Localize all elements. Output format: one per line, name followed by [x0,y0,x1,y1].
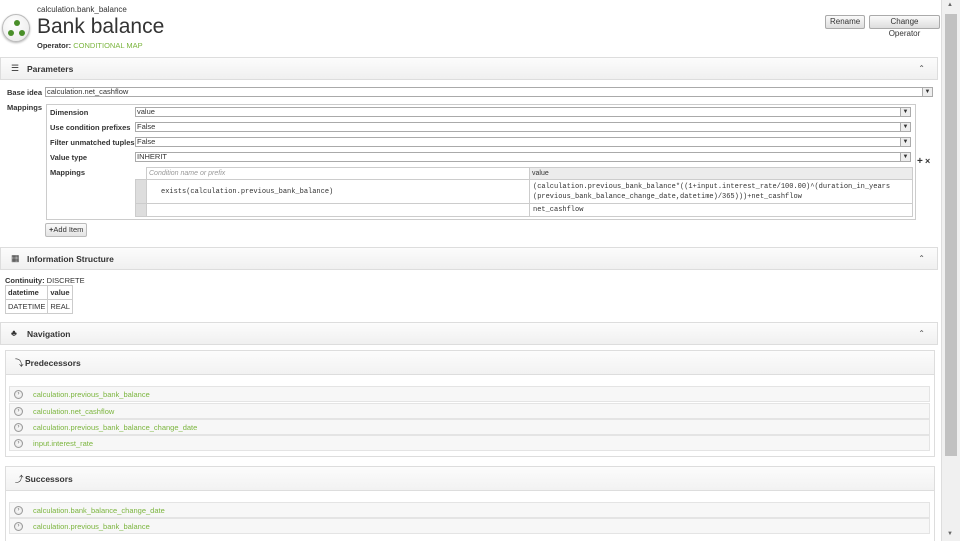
successor-link[interactable]: calculation.previous_bank_balance [33,522,150,531]
predecessor-item[interactable]: › calculation.net_cashflow [9,403,930,419]
navigate-icon: › [14,506,23,515]
value-header: value [529,167,913,180]
predecessor-link[interactable]: calculation.previous_bank_balance_change… [33,423,197,432]
predecessor-item[interactable]: › calculation.previous_bank_balance_chang… [9,419,930,435]
table-row: net_cashflow [135,203,913,217]
info-panel-header[interactable]: ▦ Information Structure ⌃ [0,247,938,270]
dimension-label: Dimension [50,108,89,117]
successor-item[interactable]: › calculation.bank_balance_change_date [9,502,930,518]
add-item-button[interactable]: +Add Item [45,223,88,237]
base-idea-value: calculation.net_cashflow [47,87,129,96]
scrollbar-thumb[interactable] [945,14,957,456]
successor-item[interactable]: › calculation.previous_bank_balance [9,518,930,534]
use-prefixes-label: Use condition prefixes [50,123,131,132]
info-header: value [47,285,73,300]
operator-line: Operator: CONDITIONAL MAP [37,41,143,50]
navigate-icon: › [14,390,23,399]
chevron-down-icon: ▼ [900,153,910,161]
page-title: Bank balance [37,15,165,38]
dimension-value: value [137,107,155,116]
list-icon: ☰ [11,63,20,73]
operator-value[interactable]: CONDITIONAL MAP [73,41,142,50]
value-line: (calculation.previous_bank_balance*((1+i… [533,182,891,191]
successors-title: Successors [25,474,73,484]
predecessor-link[interactable]: input.interest_rate [33,439,93,448]
parameters-panel-header[interactable]: ☰ Parameters ⌃ [0,57,938,80]
chevron-down-icon: ▼ [900,123,910,131]
info-table: datetime value DATETIME REAL [4,285,73,314]
mappings-label: Mappings [7,103,42,112]
continuity-line: Continuity: DISCRETE [5,276,85,285]
collapse-icon[interactable]: ⌃ [918,254,925,263]
chevron-down-icon: ▼ [900,138,910,146]
dimension-select[interactable]: value ▼ [135,107,911,117]
value-cell[interactable]: (calculation.previous_bank_balance*((1+i… [529,179,913,204]
chevron-down-icon: ▼ [922,88,932,96]
predecessor-link[interactable]: calculation.net_cashflow [33,407,114,416]
breadcrumb: calculation.bank_balance [37,5,127,14]
predecessor-item[interactable]: › input.interest_rate [9,435,930,451]
predecessor-link[interactable]: calculation.previous_bank_balance [33,390,150,399]
operator-icon [2,14,30,42]
value-cell[interactable]: net_cashflow [529,203,913,217]
sitemap-icon: ♣ [11,328,17,338]
page-header: calculation.bank_balance Bank balance Op… [0,0,940,54]
filter-value: False [137,137,156,146]
value-type-label: Value type [50,153,88,162]
info-header: datetime [4,285,49,300]
grid-icon: ▦ [11,253,20,263]
use-prefixes-select[interactable]: False ▼ [135,122,911,132]
value-line: (previous_bank_balance_change_date,datet… [533,192,802,201]
condition-cell[interactable]: exists(calculation.previous_bank_balance… [146,179,530,204]
scroll-up-icon[interactable]: ▲ [947,2,953,8]
predecessors-title: Predecessors [25,358,81,368]
navigation-panel-header[interactable]: ♣ Navigation ⌃ [0,322,938,345]
use-prefixes-value: False [137,122,156,131]
collapse-icon[interactable]: ⌃ [918,329,925,338]
rename-button[interactable]: Rename [825,15,866,29]
continuity-label: Continuity: [5,276,45,285]
info-type: REAL [47,299,73,314]
navigate-icon: › [14,522,23,531]
add-item-label: Add Item [53,225,84,234]
parameters-title: Parameters [27,64,74,74]
add-mapping-icon[interactable]: + [917,156,923,167]
table-row: exists(calculation.previous_bank_balance… [135,179,913,204]
page: calculation.bank_balance Bank balance Op… [0,0,960,541]
remove-mapping-icon[interactable]: × [925,156,930,166]
continuity-value: DISCRETE [46,276,85,285]
scroll-down-icon[interactable]: ▼ [947,531,953,537]
mappings-table: Condition name or prefix value exists(ca… [135,167,913,217]
predecessors-header[interactable]: ⤵ Predecessors [6,351,934,375]
row-handle[interactable] [135,179,147,204]
collapse-icon[interactable]: ⌃ [918,64,925,73]
vertical-scrollbar[interactable]: ▲ ▼ [941,0,960,541]
predecessor-item[interactable]: › calculation.previous_bank_balance [9,386,930,402]
condition-header[interactable]: Condition name or prefix [146,167,530,180]
navigate-icon: › [14,407,23,416]
navigate-icon: › [14,439,23,448]
arrow-in-icon: ⤵ [15,358,24,368]
inner-mappings-label: Mappings [50,168,85,177]
navigation-title: Navigation [27,329,71,339]
base-idea-select[interactable]: calculation.net_cashflow ▼ [45,87,933,97]
value-type-value: INHERIT [137,152,167,161]
condition-cell[interactable] [146,203,530,217]
filter-label: Filter unmatched tuples [50,138,135,147]
successor-link[interactable]: calculation.bank_balance_change_date [33,506,165,515]
chevron-down-icon: ▼ [900,108,910,116]
info-title: Information Structure [27,254,114,264]
change-operator-button[interactable]: Change Operator [869,15,940,38]
successors-header[interactable]: ⤴ Successors [6,467,934,491]
value-type-select[interactable]: INHERIT ▼ [135,152,911,162]
navigate-icon: › [14,423,23,432]
base-idea-label: Base idea [7,88,43,97]
info-type: DATETIME [4,299,49,314]
operator-label: Operator: [37,41,72,50]
row-handle[interactable] [135,203,147,217]
arrow-out-icon: ⤴ [15,474,24,484]
filter-select[interactable]: False ▼ [135,137,911,147]
